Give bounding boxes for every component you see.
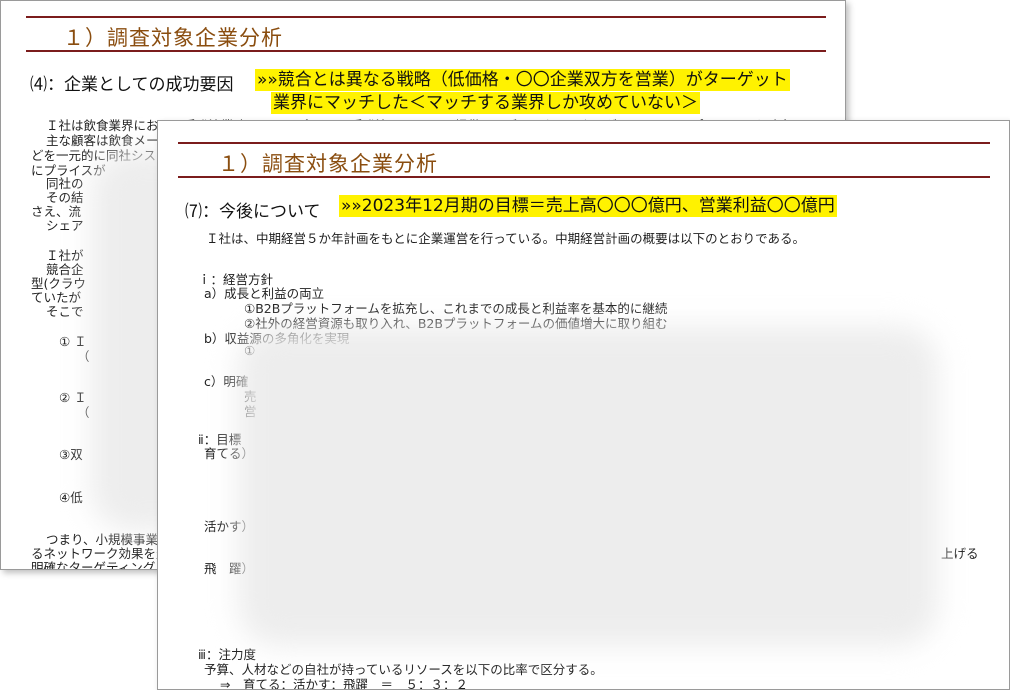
section-label: ⑷：企業としての成功要因 [30,75,234,95]
front-slide: １）調査対象企業分析 ⑺：今後について »»2023年12月期の目標＝売上高〇〇… [157,120,1010,690]
section-label: ⑺：今後について [185,202,321,222]
slide-title: １）調査対象企業分析 [63,26,283,50]
intro-text: Ｉ社は、中期経営５か年計画をもとに企業運営を行っている。中期経営計画の概要は以下… [206,231,806,246]
title-top-rule [26,16,826,18]
body-line: シェア [46,218,84,233]
body-line: ③双 [59,447,83,462]
title-bottom-rule [26,50,826,52]
goal-highlight: »»2023年12月期の目標＝売上高〇〇〇億円、営業利益〇〇億円 [339,195,837,217]
highlight-line-1: »»競合とは異なる戦略（低価格・〇〇企業双方を営業）がターゲット [255,69,790,91]
redaction-blur [238,326,938,646]
right-fragment: 上げる [941,546,979,561]
title-top-rule [178,142,990,144]
body-line: （ [77,405,90,420]
highlight-line-2: 業界にマッチした＜マッチする業界しか攻めていない＞ [271,92,700,114]
body-line: （ [77,349,90,364]
ratio-text: ⇒ 育てる：活かす：飛躍 ＝ ５：３：２ [220,677,468,690]
body-line: 明確なターゲティング [31,560,156,570]
body-line: そこで [46,304,84,319]
slide-title: １）調査対象企業分析 [218,152,438,176]
body-line: ④低 [59,490,83,505]
title-bottom-rule [178,176,990,178]
